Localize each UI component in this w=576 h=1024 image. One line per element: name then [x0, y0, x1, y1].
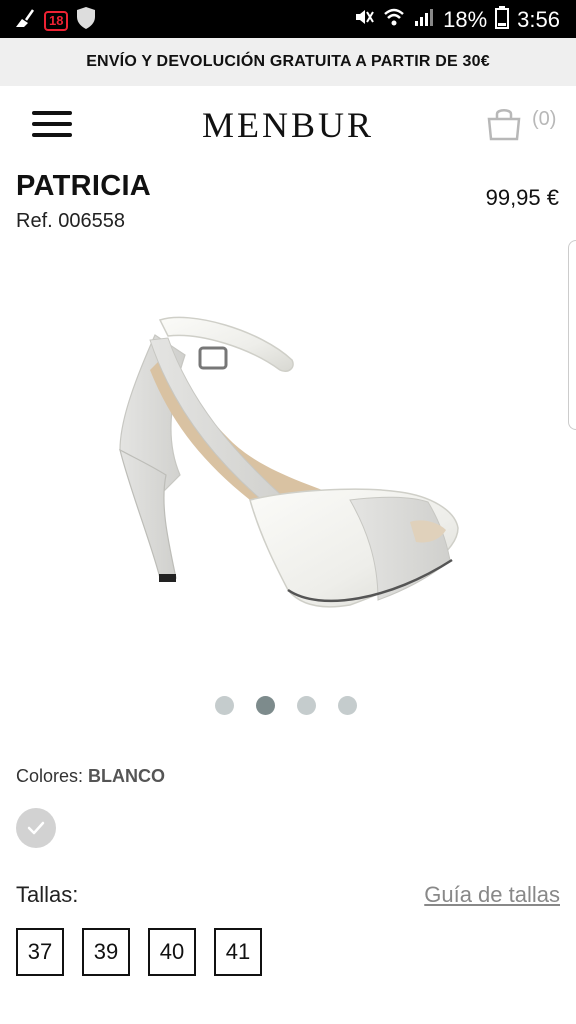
- size-option[interactable]: 39: [82, 928, 130, 976]
- check-icon: [27, 821, 45, 835]
- notification-badge-icon: 18: [44, 10, 69, 31]
- clock: 3:56: [517, 7, 560, 32]
- gallery-dots: [215, 696, 357, 715]
- battery-percent: 18%: [443, 7, 488, 32]
- product-price: 99,95 €: [485, 185, 559, 210]
- gallery-dot[interactable]: [256, 696, 275, 715]
- selected-color: BLANCO: [88, 766, 166, 786]
- colors-row: Colores: BLANCO: [16, 766, 165, 787]
- cart-count[interactable]: (0): [532, 108, 556, 131]
- shopping-bag-icon[interactable]: [484, 104, 524, 144]
- product-name: PATRICIA: [16, 170, 152, 202]
- status-bar: 18 18% 3:56: [0, 0, 576, 38]
- signal-icon: [413, 6, 435, 34]
- product-ref: Ref. 006558: [16, 210, 125, 232]
- colors-label: Colores:: [16, 766, 84, 786]
- size-guide-link[interactable]: Guía de tallas: [424, 882, 560, 908]
- gallery-dot[interactable]: [297, 696, 316, 715]
- size-option[interactable]: 37: [16, 928, 64, 976]
- gallery-dot[interactable]: [215, 696, 234, 715]
- size-options: 37 39 40 41: [16, 928, 280, 976]
- gallery-dot[interactable]: [338, 696, 357, 715]
- size-option[interactable]: 40: [148, 928, 196, 976]
- battery-icon: [495, 5, 510, 35]
- broom-icon: [14, 7, 36, 34]
- sizes-label: Tallas:: [16, 882, 79, 907]
- shield-icon: [76, 6, 96, 35]
- wifi-icon: [383, 6, 405, 34]
- color-swatch-blanco[interactable]: [16, 808, 56, 848]
- site-header: MENBUR (0): [0, 86, 576, 164]
- product-image[interactable]: [60, 260, 520, 660]
- promo-banner: ENVÍO Y DEVOLUCIÓN GRATUITA A PARTIR DE …: [0, 38, 576, 86]
- mute-icon: [353, 6, 375, 34]
- side-scroll-handle[interactable]: [568, 240, 576, 430]
- size-option[interactable]: 41: [214, 928, 262, 976]
